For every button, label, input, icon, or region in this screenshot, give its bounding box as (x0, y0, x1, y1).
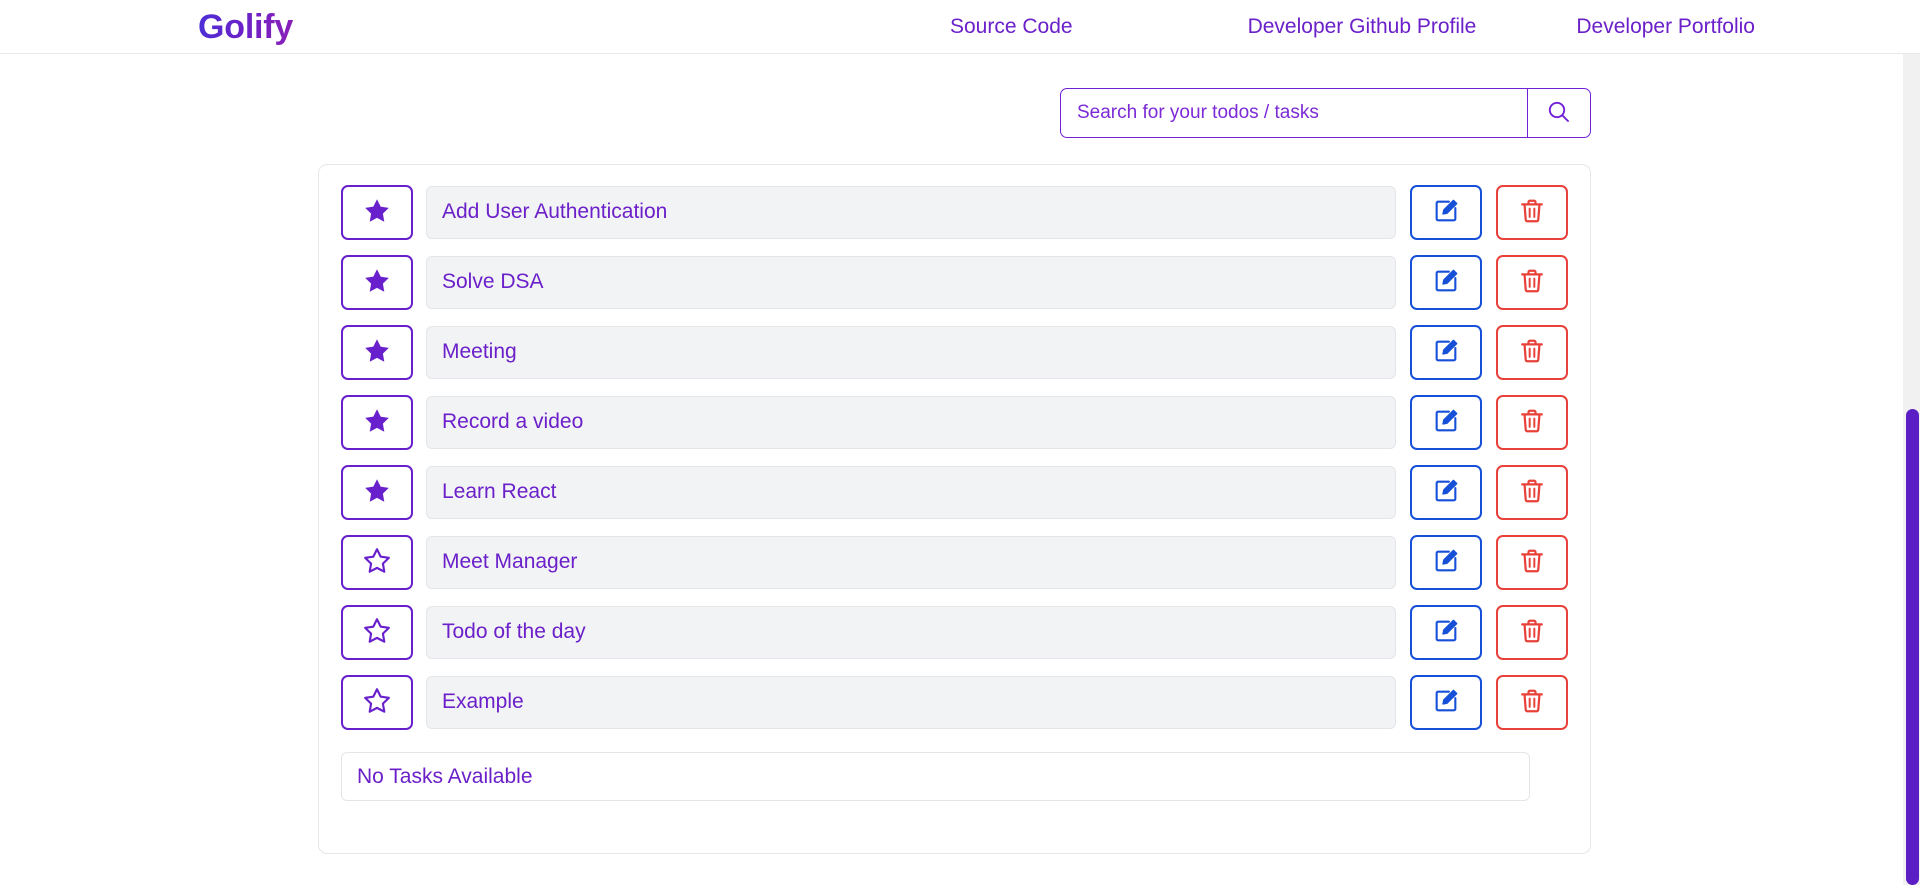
task-label: Example (426, 675, 1396, 729)
page-scrollbar-track[interactable] (1903, 54, 1920, 885)
task-row: Meet Manager (341, 531, 1568, 593)
delete-task-button[interactable] (1496, 464, 1568, 520)
edit-pencil-icon (1432, 337, 1460, 368)
star-filled-button[interactable] (341, 184, 413, 240)
task-label: Meeting (426, 325, 1396, 379)
task-label-text: Solve DSA (442, 270, 544, 293)
task-row: Meeting (341, 321, 1568, 383)
edit-task-button[interactable] (1410, 324, 1482, 380)
search-icon (1546, 99, 1572, 128)
edit-task-button[interactable] (1410, 464, 1482, 520)
star-filled-icon (362, 336, 392, 369)
star-outline-icon (362, 616, 392, 649)
star-outline-icon (362, 546, 392, 579)
task-label-text: Todo of the day (442, 620, 586, 643)
edit-pencil-icon (1432, 407, 1460, 438)
edit-task-button[interactable] (1410, 604, 1482, 660)
star-filled-button[interactable] (341, 324, 413, 380)
task-label-text: Example (442, 690, 524, 713)
trash-icon (1518, 407, 1546, 438)
trash-icon (1518, 477, 1546, 508)
delete-task-button[interactable] (1496, 394, 1568, 450)
task-rows: Add User Authentication Solve DSA Meeting R… (341, 181, 1568, 733)
trash-icon (1518, 547, 1546, 578)
task-label: Learn React (426, 465, 1396, 519)
task-row: Record a video (341, 391, 1568, 453)
delete-task-button[interactable] (1496, 324, 1568, 380)
edit-pencil-icon (1432, 267, 1460, 298)
trash-icon (1518, 197, 1546, 228)
task-row: Todo of the day (341, 601, 1568, 663)
nav-link-developer-github-profile[interactable]: Developer Github Profile (1248, 0, 1477, 54)
star-filled-button[interactable] (341, 394, 413, 450)
task-row: Example (341, 671, 1568, 733)
top-navbar: Golify Source Code Developer Github Prof… (0, 0, 1920, 54)
search-input[interactable] (1060, 88, 1527, 138)
delete-task-button[interactable] (1496, 604, 1568, 660)
star-filled-button[interactable] (341, 464, 413, 520)
empty-state-text: No Tasks Available (357, 764, 533, 788)
delete-task-button[interactable] (1496, 254, 1568, 310)
edit-pencil-icon (1432, 687, 1460, 718)
task-row: Add User Authentication (341, 181, 1568, 243)
brand-logo[interactable]: Golify (198, 6, 293, 48)
star-outline-button[interactable] (341, 534, 413, 590)
star-outline-button[interactable] (341, 674, 413, 730)
search-bar (1060, 88, 1591, 138)
empty-state-box: No Tasks Available (341, 752, 1530, 801)
star-filled-icon (362, 476, 392, 509)
edit-task-button[interactable] (1410, 394, 1482, 450)
trash-icon (1518, 687, 1546, 718)
task-label: Solve DSA (426, 255, 1396, 309)
delete-task-button[interactable] (1496, 184, 1568, 240)
task-label-text: Meeting (442, 340, 517, 363)
star-outline-button[interactable] (341, 604, 413, 660)
trash-icon (1518, 617, 1546, 648)
edit-task-button[interactable] (1410, 254, 1482, 310)
search-button[interactable] (1527, 88, 1591, 138)
nav-link-developer-portfolio[interactable]: Developer Portfolio (1576, 0, 1755, 54)
nav-links: Source Code Developer Github Profile Dev… (950, 0, 1755, 54)
task-row: Solve DSA (341, 251, 1568, 313)
task-label: Record a video (426, 395, 1396, 449)
trash-icon (1518, 337, 1546, 368)
nav-link-source-code[interactable]: Source Code (950, 0, 1073, 54)
task-label-text: Record a video (442, 410, 584, 433)
edit-pencil-icon (1432, 547, 1460, 578)
star-outline-icon (362, 686, 392, 719)
page-scrollbar-thumb[interactable] (1906, 409, 1919, 885)
edit-pencil-icon (1432, 617, 1460, 648)
star-filled-icon (362, 196, 392, 229)
edit-task-button[interactable] (1410, 184, 1482, 240)
star-filled-button[interactable] (341, 254, 413, 310)
task-label-text: Meet Manager (442, 550, 578, 573)
task-label: Add User Authentication (426, 185, 1396, 239)
task-label-text: Add User Authentication (442, 200, 668, 223)
task-label: Todo of the day (426, 605, 1396, 659)
edit-task-button[interactable] (1410, 534, 1482, 590)
task-list-card: Add User Authentication Solve DSA Meeting R… (318, 164, 1591, 854)
edit-task-button[interactable] (1410, 674, 1482, 730)
star-filled-icon (362, 406, 392, 439)
trash-icon (1518, 267, 1546, 298)
task-label: Meet Manager (426, 535, 1396, 589)
task-label-text: Learn React (442, 480, 557, 503)
delete-task-button[interactable] (1496, 534, 1568, 590)
task-row: Learn React (341, 461, 1568, 523)
edit-pencil-icon (1432, 477, 1460, 508)
delete-task-button[interactable] (1496, 674, 1568, 730)
edit-pencil-icon (1432, 197, 1460, 228)
star-filled-icon (362, 266, 392, 299)
